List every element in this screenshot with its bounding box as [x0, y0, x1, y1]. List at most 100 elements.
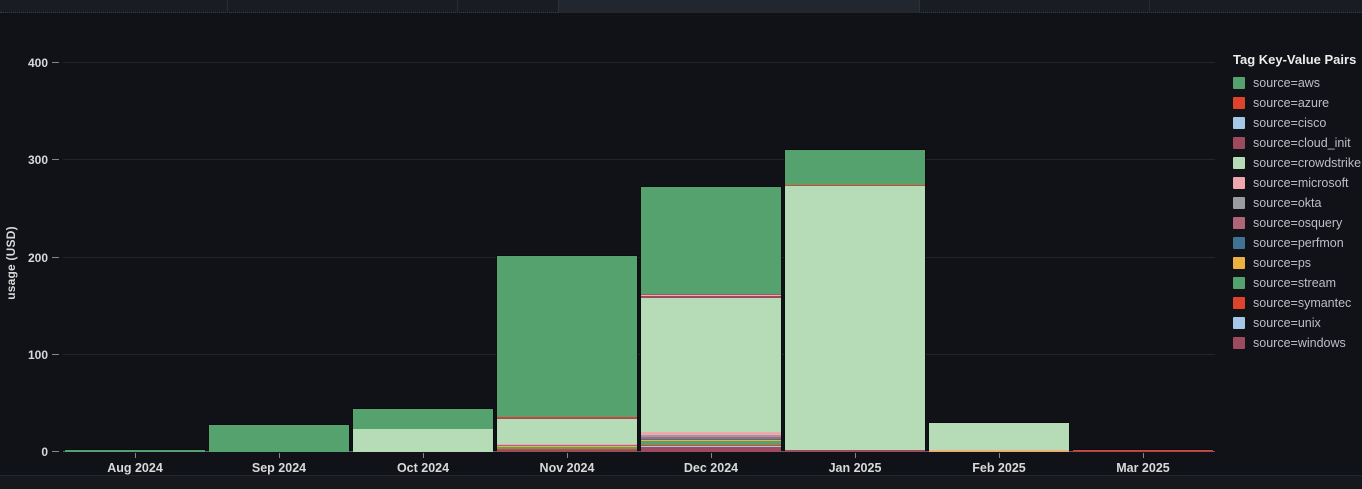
- legend-label: source=okta: [1253, 196, 1321, 210]
- y-tick-label-300: 300: [8, 153, 48, 167]
- bar-segment-crowdstrike[interactable]: [929, 423, 1069, 450]
- usage-chart-panel: usage (USD) 0100200300400Aug 2024Sep 202…: [0, 14, 1362, 475]
- y-tick-label-400: 400: [8, 56, 48, 70]
- bar-segment-ps[interactable]: [929, 451, 1069, 452]
- x-tick-mark: [567, 453, 568, 458]
- legend: Tag Key-Value Pairs source=aws source=azu…: [1233, 52, 1359, 353]
- legend-label: source=symantec: [1253, 296, 1351, 310]
- legend-swatch-icon: [1233, 117, 1245, 129]
- legend-item-symantec[interactable]: source=symantec: [1233, 293, 1359, 313]
- legend-swatch-icon: [1233, 77, 1245, 89]
- bar-feb-2025[interactable]: [928, 422, 1070, 451]
- top-panel-divider: [457, 0, 458, 13]
- legend-item-ps[interactable]: source=ps: [1233, 253, 1359, 273]
- x-tick-label-oct-2024: Oct 2024: [351, 461, 495, 475]
- legend-label: source=cisco: [1253, 116, 1326, 130]
- legend-swatch-icon: [1233, 157, 1245, 169]
- legend-title: Tag Key-Value Pairs: [1233, 52, 1359, 67]
- bar-aug-2024[interactable]: [64, 449, 206, 451]
- x-tick-label-aug-2024: Aug 2024: [63, 461, 207, 475]
- x-tick-label-dec-2024: Dec 2024: [639, 461, 783, 475]
- legend-label: source=stream: [1253, 276, 1336, 290]
- legend-label: source=microsoft: [1253, 176, 1349, 190]
- plot-area: 0100200300400Aug 2024Sep 2024Oct 2024Nov…: [63, 45, 1215, 452]
- legend-item-osquery[interactable]: source=osquery: [1233, 213, 1359, 233]
- legend-swatch-icon: [1233, 317, 1245, 329]
- x-tick-mark: [1143, 453, 1144, 458]
- legend-label: source=unix: [1253, 316, 1321, 330]
- legend-item-aws[interactable]: source=aws: [1233, 73, 1359, 93]
- bar-segment-windows[interactable]: [785, 450, 925, 452]
- top-panel-segment: [558, 0, 920, 13]
- dashboard-screen: usage (USD) 0100200300400Aug 2024Sep 202…: [0, 0, 1362, 489]
- legend-item-perfmon[interactable]: source=perfmon: [1233, 233, 1359, 253]
- legend-swatch-icon: [1233, 337, 1245, 349]
- legend-label: source=perfmon: [1253, 236, 1344, 250]
- legend-swatch-icon: [1233, 237, 1245, 249]
- legend-item-microsoft[interactable]: source=microsoft: [1233, 173, 1359, 193]
- legend-swatch-icon: [1233, 257, 1245, 269]
- x-tick-label-feb-2025: Feb 2025: [927, 461, 1071, 475]
- gridline-200: [63, 257, 1215, 258]
- legend-item-cisco[interactable]: source=cisco: [1233, 113, 1359, 133]
- x-tick-label-sep-2024: Sep 2024: [207, 461, 351, 475]
- y-tick-mark: [52, 354, 59, 355]
- legend-label: source=azure: [1253, 96, 1329, 110]
- legend-label: source=windows: [1253, 336, 1346, 350]
- bar-segment-aws[interactable]: [65, 450, 205, 452]
- bar-oct-2024[interactable]: [352, 408, 494, 451]
- bar-segment-crowdstrike[interactable]: [497, 419, 637, 444]
- bar-jan-2025[interactable]: [784, 149, 926, 451]
- y-tick-mark: [52, 159, 59, 160]
- x-tick-mark: [711, 453, 712, 458]
- legend-item-crowdstrike[interactable]: source=crowdstrike: [1233, 153, 1359, 173]
- y-tick-mark: [52, 451, 59, 452]
- bottom-panels-strip: [0, 475, 1362, 489]
- y-tick-label-100: 100: [8, 348, 48, 362]
- bar-segment-windows[interactable]: [497, 450, 637, 452]
- bar-nov-2024[interactable]: [496, 255, 638, 451]
- legend-swatch-icon: [1233, 197, 1245, 209]
- x-tick-mark: [135, 453, 136, 458]
- legend-items: source=aws source=azure source=cisco source…: [1233, 73, 1359, 353]
- y-tick-mark: [52, 257, 59, 258]
- gridline-300: [63, 159, 1215, 160]
- x-tick-label-jan-2025: Jan 2025: [783, 461, 927, 475]
- bar-sep-2024[interactable]: [208, 424, 350, 451]
- bar-segment-crowdstrike[interactable]: [353, 429, 493, 452]
- legend-item-cloud_init[interactable]: source=cloud_init: [1233, 133, 1359, 153]
- bar-segment-crowdstrike[interactable]: [641, 298, 781, 432]
- bar-segment-aws[interactable]: [641, 187, 781, 294]
- legend-label: source=cloud_init: [1253, 136, 1351, 150]
- y-tick-label-0: 0: [8, 445, 48, 459]
- bar-segment-windows[interactable]: [1073, 451, 1213, 452]
- bar-segment-crowdstrike[interactable]: [785, 186, 925, 450]
- legend-label: source=ps: [1253, 256, 1311, 270]
- bar-segment-aws[interactable]: [353, 409, 493, 429]
- legend-swatch-icon: [1233, 297, 1245, 309]
- y-tick-mark: [52, 62, 59, 63]
- bar-segment-aws[interactable]: [209, 425, 349, 452]
- legend-item-unix[interactable]: source=unix: [1233, 313, 1359, 333]
- bar-segment-windows[interactable]: [641, 447, 781, 452]
- legend-item-azure[interactable]: source=azure: [1233, 93, 1359, 113]
- legend-swatch-icon: [1233, 217, 1245, 229]
- legend-label: source=osquery: [1253, 216, 1342, 230]
- x-tick-label-nov-2024: Nov 2024: [495, 461, 639, 475]
- x-tick-mark: [423, 453, 424, 458]
- legend-swatch-icon: [1233, 137, 1245, 149]
- gridline-400: [63, 62, 1215, 63]
- x-tick-mark: [279, 453, 280, 458]
- bar-dec-2024[interactable]: [640, 186, 782, 451]
- legend-item-stream[interactable]: source=stream: [1233, 273, 1359, 293]
- bar-mar-2025[interactable]: [1072, 449, 1214, 451]
- top-panel-divider: [1149, 0, 1150, 13]
- legend-swatch-icon: [1233, 177, 1245, 189]
- legend-item-okta[interactable]: source=okta: [1233, 193, 1359, 213]
- legend-label: source=crowdstrike: [1253, 156, 1361, 170]
- legend-label: source=aws: [1253, 76, 1320, 90]
- top-panel-divider: [227, 0, 228, 13]
- legend-item-windows[interactable]: source=windows: [1233, 333, 1359, 353]
- bar-segment-aws[interactable]: [785, 150, 925, 185]
- bar-segment-aws[interactable]: [497, 256, 637, 417]
